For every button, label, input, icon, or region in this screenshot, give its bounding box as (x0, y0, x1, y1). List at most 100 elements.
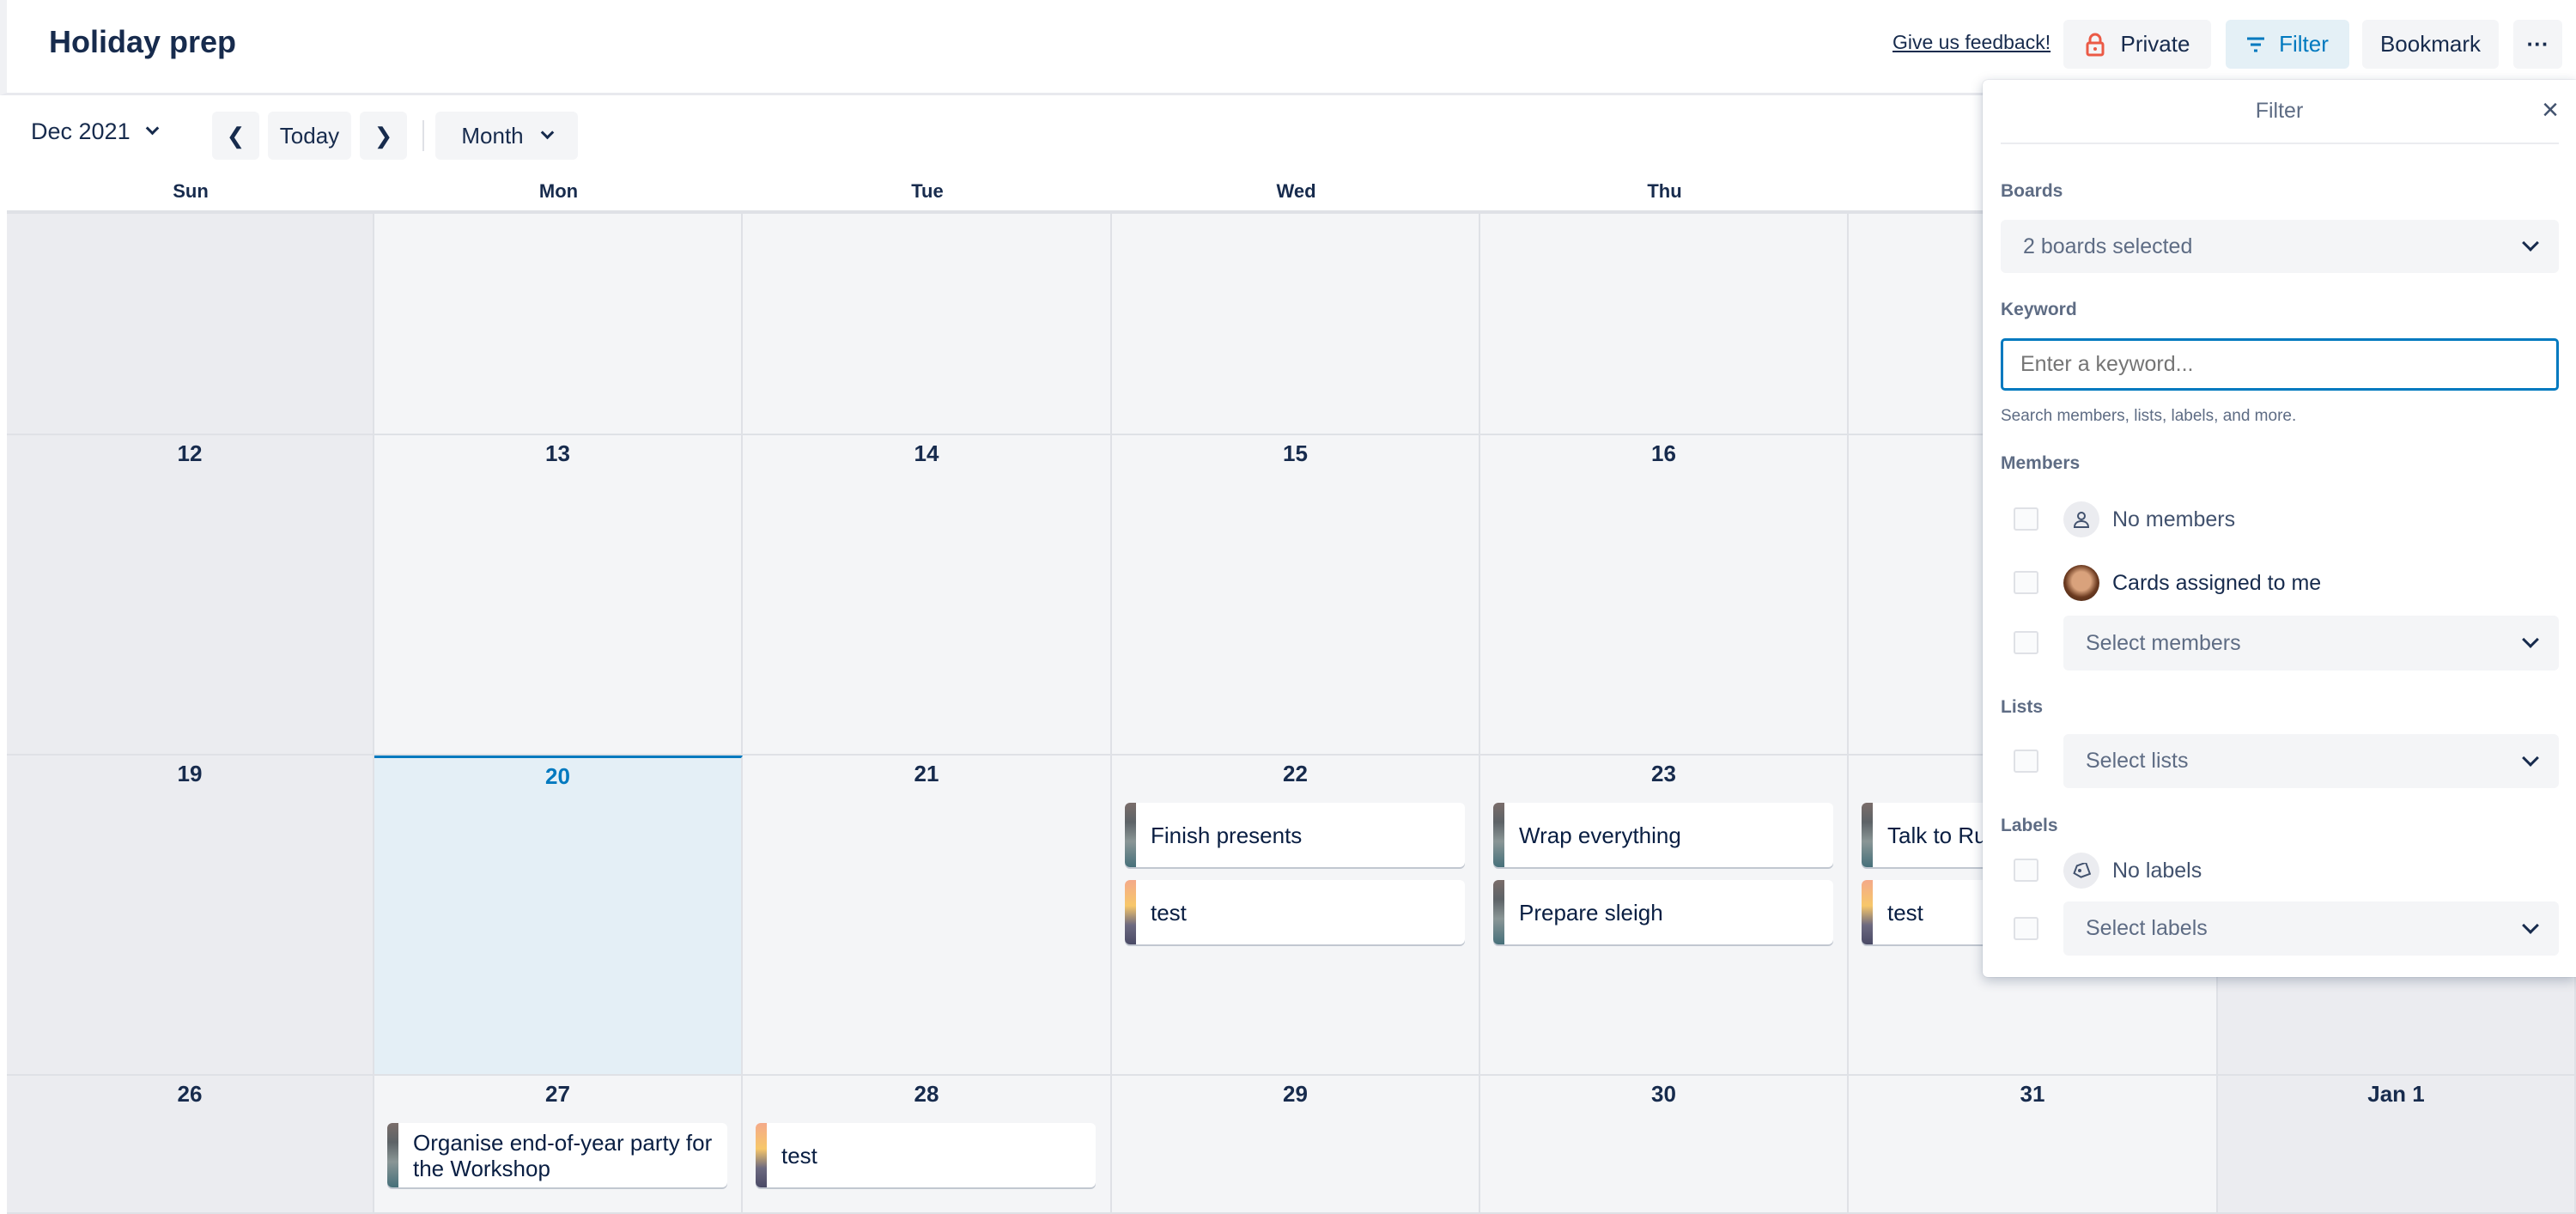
day-cell[interactable]: 22 Finish presents test (1112, 756, 1480, 1076)
day-cell[interactable]: 30 (1480, 1076, 1849, 1214)
user-avatar (2063, 565, 2099, 601)
day-number: 14 (914, 440, 939, 466)
weekday-header: Mon (538, 180, 579, 202)
more-button[interactable]: ··· (2513, 20, 2562, 69)
select-labels-checkbox[interactable] (2014, 917, 2038, 940)
weekday-header: Tue (911, 180, 944, 202)
day-number: Jan 1 (2367, 1081, 2425, 1107)
day-cell[interactable] (743, 214, 1112, 435)
private-button[interactable]: Private (2063, 20, 2211, 69)
day-number: 22 (1283, 761, 1308, 786)
day-cell[interactable]: 16 (1480, 435, 1849, 756)
select-labels-dropdown[interactable]: Select labels (2063, 901, 2559, 956)
calendar-card[interactable]: Finish presents (1125, 803, 1465, 867)
day-cell[interactable]: 26 (7, 1076, 374, 1214)
day-number: 31 (2020, 1081, 2045, 1107)
labels-label: Labels (2001, 816, 2058, 835)
divider (2001, 143, 2559, 144)
view-label: Month (461, 122, 524, 149)
chevron-down-icon (2522, 916, 2539, 934)
day-cell[interactable]: 12 (7, 435, 374, 756)
day-number: 30 (1651, 1081, 1676, 1107)
card-title: Wrap everything (1519, 822, 1681, 848)
chevron-down-icon (540, 125, 554, 139)
day-number: 29 (1283, 1081, 1308, 1107)
toolbar-divider (422, 120, 424, 151)
day-cell[interactable]: 13 (374, 435, 743, 756)
close-icon[interactable]: × (2542, 95, 2559, 124)
card-title: test (781, 1142, 817, 1168)
chevron-down-icon (2522, 631, 2539, 648)
card-cover (1862, 803, 1873, 867)
lock-icon (2086, 33, 2105, 56)
no-members-checkbox[interactable] (2014, 507, 2038, 531)
calendar-card[interactable]: test (1125, 880, 1465, 944)
day-cell[interactable] (7, 214, 374, 435)
day-cell[interactable]: 21 (743, 756, 1112, 1076)
select-members-dropdown[interactable]: Select members (2063, 616, 2559, 671)
card-title: test (1151, 899, 1187, 926)
day-number: 20 (545, 763, 570, 789)
bookmark-button[interactable]: Bookmark (2362, 20, 2499, 69)
day-cell[interactable]: 29 (1112, 1076, 1480, 1214)
month-picker[interactable]: Dec 2021 (31, 118, 159, 145)
board-title[interactable]: Holiday prep (49, 24, 236, 60)
card-title: test (1887, 899, 1923, 926)
no-labels-checkbox[interactable] (2014, 859, 2038, 882)
weekday-header: Thu (1647, 180, 1682, 202)
day-number: 26 (177, 1081, 203, 1107)
card-title: Prepare sleigh (1519, 899, 1663, 926)
select-labels-label: Select labels (2086, 916, 2208, 940)
day-number: 15 (1283, 440, 1308, 466)
feedback-link[interactable]: Give us feedback! (1893, 31, 2050, 54)
select-lists-label: Select lists (2086, 749, 2189, 773)
day-cell[interactable]: 15 (1112, 435, 1480, 756)
view-select[interactable]: Month (435, 112, 578, 160)
day-number: 13 (545, 440, 570, 466)
keyword-input[interactable] (2001, 338, 2559, 391)
day-cell[interactable]: 31 (1849, 1076, 2218, 1214)
filter-panel: Filter × Boards 2 boards selected Keywor… (1983, 80, 2576, 977)
day-cell[interactable]: 27 Organise end-of-year party for the Wor… (374, 1076, 743, 1214)
select-lists-checkbox[interactable] (2014, 750, 2038, 773)
day-number: 23 (1651, 761, 1676, 786)
card-cover (1862, 880, 1873, 944)
day-cell[interactable] (1112, 214, 1480, 435)
prev-month-button[interactable]: ❮ (212, 112, 259, 160)
calendar-card[interactable]: test (756, 1123, 1096, 1187)
day-cell[interactable]: 28 test (743, 1076, 1112, 1214)
chevron-down-icon (2522, 234, 2539, 252)
day-cell[interactable]: Jan 1 (2218, 1076, 2576, 1214)
filter-panel-title: Filter (2255, 99, 2304, 123)
today-button[interactable]: Today (268, 112, 351, 160)
chevron-down-icon (2522, 749, 2539, 767)
day-cell[interactable]: 14 (743, 435, 1112, 756)
month-year-label: Dec 2021 (31, 118, 131, 144)
assigned-to-me-checkbox[interactable] (2014, 571, 2038, 594)
keyword-help: Search members, lists, labels, and more. (2001, 407, 2297, 425)
chevron-right-icon: ❯ (374, 122, 393, 149)
card-title: Talk to Ru (1887, 822, 1987, 848)
private-label: Private (2120, 31, 2190, 57)
card-title: Organise end-of-year party for the Works… (413, 1129, 713, 1181)
day-cell[interactable]: 20 (374, 756, 743, 1076)
day-cell[interactable] (1480, 214, 1849, 435)
day-number: 27 (545, 1081, 570, 1107)
boards-select[interactable]: 2 boards selected (2001, 220, 2559, 273)
day-number: 19 (177, 761, 203, 786)
select-members-checkbox[interactable] (2014, 631, 2038, 654)
filter-label: Filter (2279, 31, 2329, 57)
day-cell[interactable]: 23 Wrap everything Prepare sleigh (1480, 756, 1849, 1076)
day-cell[interactable] (374, 214, 743, 435)
keyword-label: Keyword (2001, 300, 2077, 319)
select-lists-dropdown[interactable]: Select lists (2063, 734, 2559, 788)
chevron-left-icon: ❮ (226, 122, 246, 149)
filter-button[interactable]: Filter (2226, 20, 2349, 69)
calendar-card[interactable]: Organise end-of-year party for the Works… (387, 1123, 727, 1187)
card-cover (1125, 880, 1136, 944)
select-members-label: Select members (2086, 630, 2241, 655)
day-cell[interactable]: 19 (7, 756, 374, 1076)
next-month-button[interactable]: ❯ (360, 112, 407, 160)
calendar-card[interactable]: Wrap everything (1493, 803, 1833, 867)
calendar-card[interactable]: Prepare sleigh (1493, 880, 1833, 944)
